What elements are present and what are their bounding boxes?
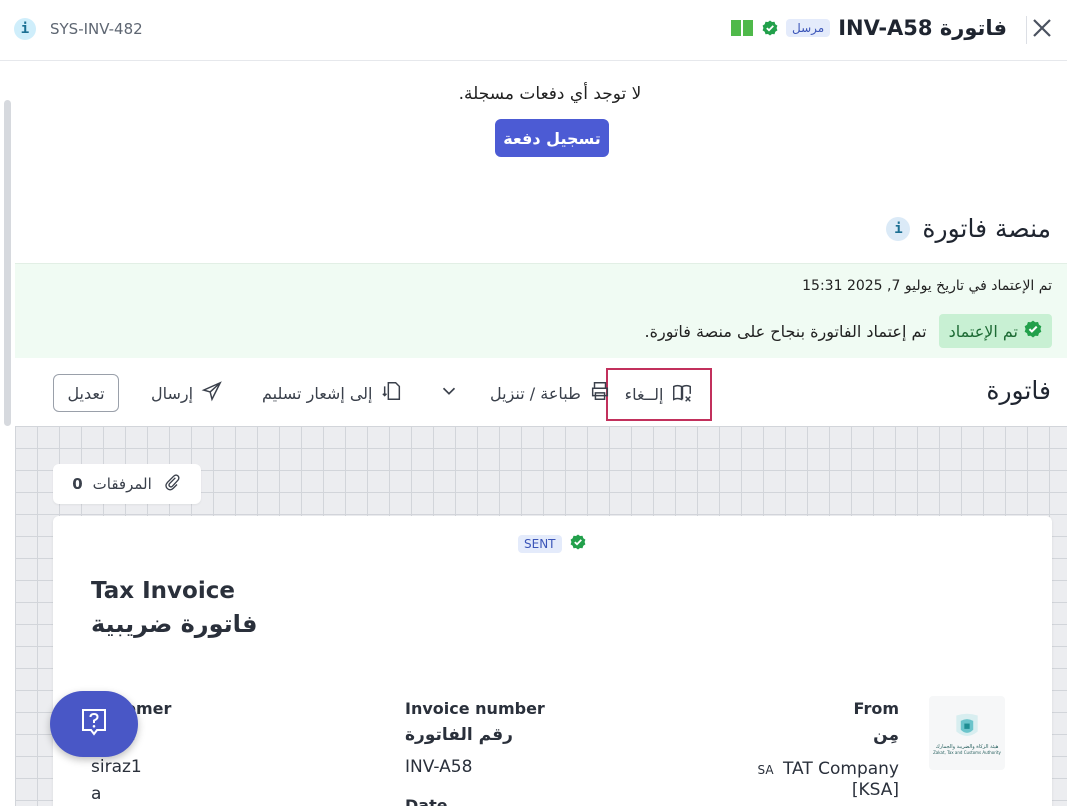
- edit-button[interactable]: تعديل: [53, 374, 119, 412]
- doc-title-en: Tax Invoice: [91, 578, 235, 604]
- invoice-number-label-ar: رقم الفاتورة: [405, 725, 513, 745]
- approval-line: تم الإعتماد تم إعتماد الفاتورة بنجاح على…: [645, 314, 1052, 348]
- send-plane-icon: [201, 380, 223, 406]
- approved-chip-label: تم الإعتماد: [948, 321, 1018, 341]
- info-icon[interactable]: i: [14, 18, 36, 40]
- no-payments-text: لا توجد أي دفعات مسجلة.: [458, 84, 642, 104]
- invoice-number-label: Invoice number: [405, 699, 545, 718]
- header-divider: [1026, 16, 1027, 44]
- platform-title-text: منصة فاتورة: [922, 214, 1051, 243]
- from-company-name: TAT Company: [782, 759, 899, 779]
- print-download-label: طباعة / تنزيل: [490, 383, 581, 403]
- record-payment-button[interactable]: تسجيل دفعة: [495, 119, 609, 157]
- info-icon[interactable]: i: [886, 216, 911, 241]
- date-label: Date: [405, 796, 448, 806]
- system-id: SYS-INV-482: [50, 20, 143, 38]
- book-icon: [730, 18, 754, 38]
- printer-icon: [589, 380, 611, 406]
- zatca-logo-text-en: Zakat, Tax and Customs Authority: [933, 749, 1001, 755]
- verified-check-icon: [762, 20, 778, 36]
- approval-message: تم إعتماد الفاتورة بنجاح على منصة فاتورة…: [644, 321, 927, 341]
- approval-panel: تم الإعتماد في تاريخ يوليو 7, 2025 15:31…: [15, 263, 1067, 358]
- scrollbar[interactable]: [4, 100, 11, 426]
- send-label: إرسال: [151, 383, 194, 403]
- attachments-label: المرفقات: [92, 475, 152, 493]
- verified-check-icon: [570, 534, 586, 554]
- print-download-button[interactable]: طباعة / تنزيل: [438, 372, 611, 414]
- delivery-note-label: إلى إشعار تسليم: [262, 383, 373, 403]
- invoice-document: SENT Tax Invoice فاتورة ضريبية omer ال s…: [53, 516, 1052, 806]
- cancel-invoice-button[interactable]: إلــغاء: [606, 368, 712, 421]
- zatca-emblem-icon: [956, 713, 978, 736]
- approved-date: تم الإعتماد في تاريخ يوليو 7, 2025 15:31: [802, 278, 1052, 294]
- status-badge: مرسل: [786, 19, 831, 37]
- top-bar: i SYS-INV-482 مرسل فاتورة INV-A58: [0, 0, 1067, 61]
- invoice-number-value: INV-A58: [405, 757, 473, 777]
- attachments-count: 0: [72, 475, 83, 493]
- attachments-button[interactable]: المرفقات 0: [53, 464, 201, 504]
- country-code: SA: [757, 763, 774, 777]
- cancel-label: إلــغاء: [624, 385, 664, 404]
- document-status: SENT: [518, 534, 586, 554]
- from-label-ar: مِن: [873, 725, 899, 745]
- platform-section-title: منصة فاتورة i: [886, 214, 1051, 243]
- customer-line-2: a: [91, 784, 102, 804]
- doc-title-ar: فاتورة ضريبية: [91, 610, 258, 638]
- from-label: From: [853, 699, 899, 718]
- cancel-book-icon: [671, 382, 693, 408]
- page-title: فاتورة INV-A58: [838, 16, 1007, 40]
- sent-badge: SENT: [518, 535, 562, 553]
- customer-name: siraz1: [91, 757, 142, 777]
- paperclip-icon: [162, 472, 182, 496]
- close-icon[interactable]: [1029, 16, 1055, 42]
- delivery-note-button[interactable]: إلى إشعار تسليم: [262, 372, 403, 414]
- chevron-down-icon: [438, 380, 460, 406]
- help-question-icon: [78, 706, 110, 742]
- verified-check-icon: [1024, 320, 1042, 342]
- invoice-title-group: مرسل فاتورة INV-A58: [730, 16, 1007, 40]
- zatca-logo: هيئة الزكاة والضريبة والجمارك Zakat, Tax…: [929, 696, 1005, 770]
- document-convert-icon: [381, 380, 403, 406]
- invoice-section-title: فاتورة: [986, 376, 1051, 405]
- send-button[interactable]: إرسال: [151, 372, 223, 414]
- approved-chip: تم الإعتماد: [938, 314, 1052, 348]
- invoice-preview: المرفقات 0 SENT Tax Invoice فاتورة ضريبي…: [15, 426, 1067, 806]
- from-company: SA TAT Company: [757, 759, 899, 779]
- from-company-line-2: [KSA]: [851, 780, 899, 800]
- help-button[interactable]: [50, 691, 138, 757]
- system-id-group: i SYS-INV-482: [14, 18, 143, 40]
